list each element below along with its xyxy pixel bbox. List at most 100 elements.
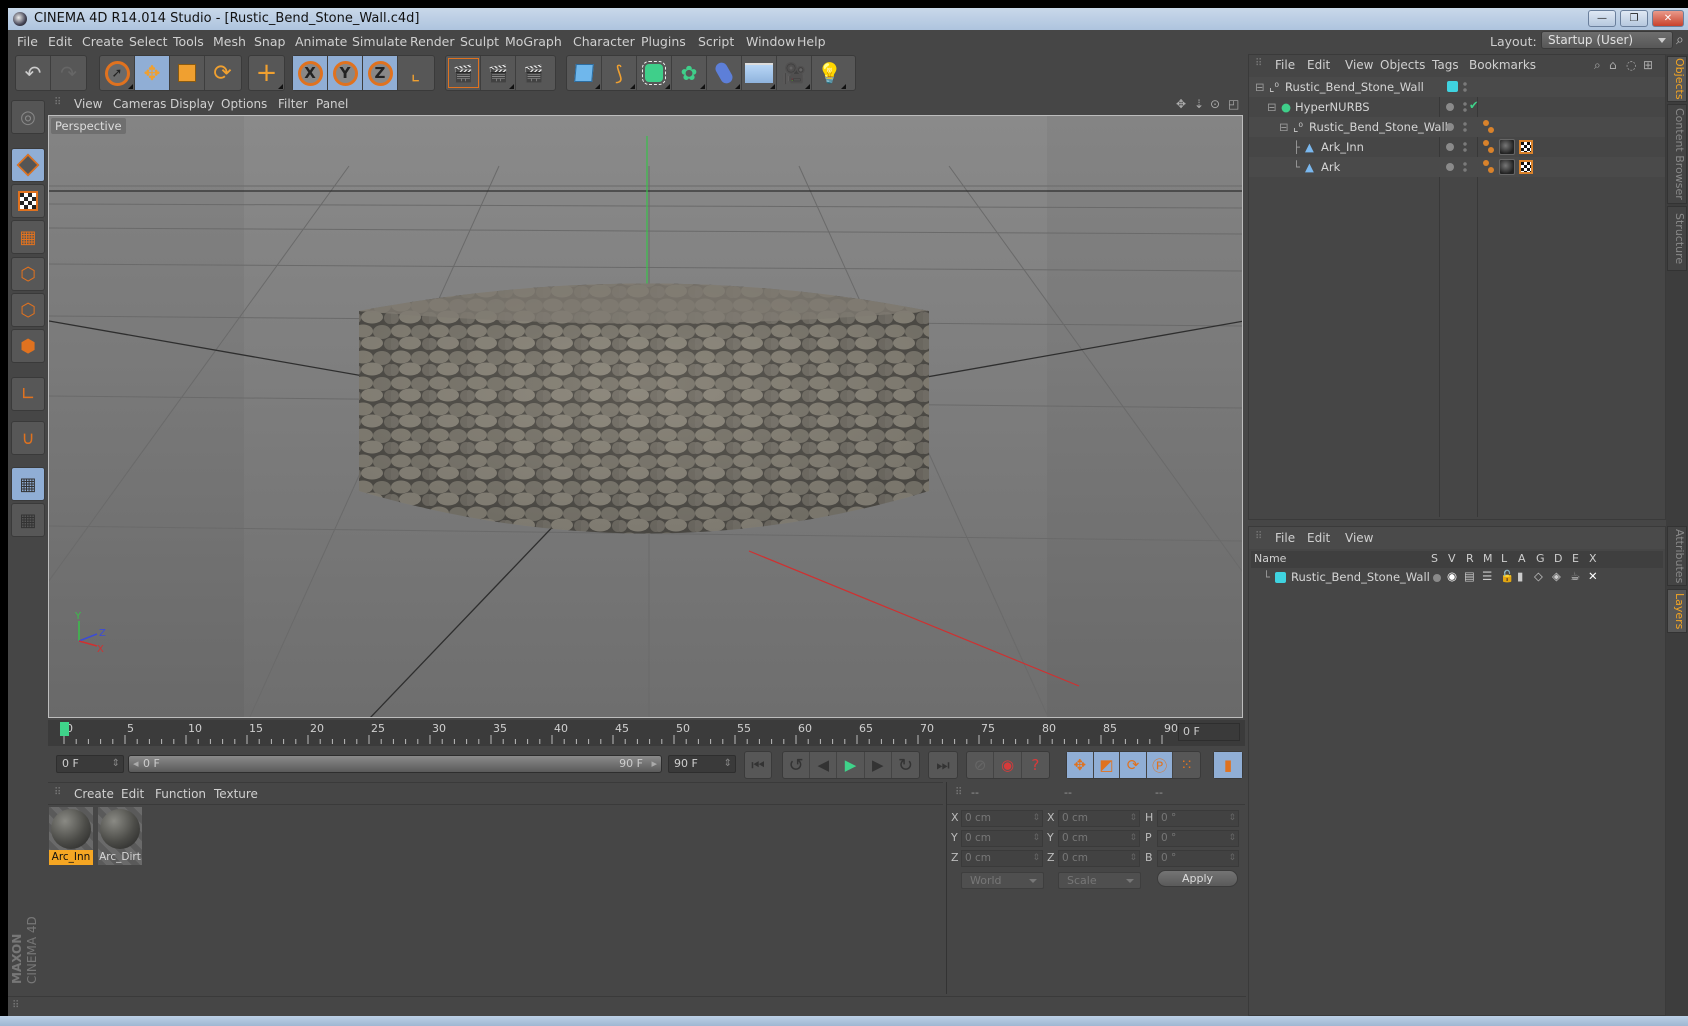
tab-structure[interactable]: Structure bbox=[1667, 206, 1687, 271]
material-menu-create[interactable]: Create bbox=[74, 787, 114, 801]
start-frame-field[interactable]: 0 F bbox=[56, 755, 124, 773]
layer-menu-view[interactable]: View bbox=[1345, 531, 1373, 545]
visibility-toggle[interactable] bbox=[1463, 141, 1467, 153]
new-window-icon[interactable]: ⊞ bbox=[1643, 58, 1653, 72]
phong-tag-icon[interactable] bbox=[1483, 120, 1495, 134]
viewport-menu-display[interactable]: Display bbox=[170, 97, 214, 111]
pos-y-field[interactable]: 0 cm bbox=[961, 830, 1043, 847]
menu-snap[interactable]: Snap bbox=[254, 34, 285, 49]
viewport-menu-cameras[interactable]: Cameras bbox=[113, 97, 166, 111]
enabled-check-icon[interactable]: ✔ bbox=[1469, 98, 1479, 112]
object-row[interactable]: ⊟ ● HyperNURBS ✔ bbox=[1249, 97, 1665, 117]
playhead[interactable] bbox=[60, 722, 69, 736]
material-swatch[interactable]: Arc_Dirt bbox=[98, 807, 142, 865]
lock-toggle-icon[interactable]: 🔓 bbox=[1500, 569, 1514, 583]
search-icon[interactable]: ⌕ bbox=[1594, 58, 1601, 73]
obj-menu-bookmarks[interactable]: Bookmarks bbox=[1469, 58, 1536, 72]
collapse-icon[interactable]: ⊟ bbox=[1267, 100, 1277, 114]
object-row[interactable]: ⊟ ⌞⁰ Rustic_Bend_Stone_Wall bbox=[1249, 117, 1665, 137]
previous-key-icon[interactable]: ↺ bbox=[783, 752, 811, 778]
edges-mode-icon[interactable]: ⬡ bbox=[11, 293, 45, 327]
object-row[interactable]: ⊟ ⌞⁰ Rustic_Bend_Stone_Wall bbox=[1249, 77, 1665, 97]
stone-wall-model[interactable] bbox=[359, 283, 929, 534]
obj-menu-tags[interactable]: Tags bbox=[1432, 58, 1459, 72]
material-menu-function[interactable]: Function bbox=[155, 787, 206, 801]
render-to-picture-viewer-icon[interactable]: 🎬 bbox=[481, 56, 516, 90]
3d-viewport[interactable]: Y Z X Perspective bbox=[48, 115, 1243, 718]
menu-mograph[interactable]: MoGraph bbox=[505, 34, 562, 49]
parameter-track-icon[interactable]: Ⓟ bbox=[1146, 752, 1174, 778]
workplane-lock-icon[interactable]: ▦ bbox=[11, 467, 45, 501]
deformers-toggle-icon[interactable]: ◈ bbox=[1552, 569, 1561, 583]
tab-attributes[interactable]: Attributes bbox=[1667, 526, 1687, 586]
texture-mode-icon[interactable] bbox=[11, 184, 45, 218]
pan-icon[interactable]: ✥ bbox=[1176, 97, 1186, 111]
column-solo[interactable]: S bbox=[1431, 552, 1438, 565]
maximize-view-icon[interactable]: ◰ bbox=[1228, 97, 1239, 111]
material-menu-texture[interactable]: Texture bbox=[214, 787, 258, 801]
phong-tag-icon[interactable] bbox=[1483, 140, 1495, 154]
render-toggle-icon[interactable]: ▤ bbox=[1464, 569, 1475, 583]
record-active-objects-icon[interactable]: ◉ bbox=[994, 752, 1022, 778]
menu-simulate[interactable]: Simulate bbox=[352, 34, 407, 49]
go-to-start-icon[interactable]: ⏮ bbox=[745, 752, 771, 778]
visibility-toggle[interactable] bbox=[1463, 101, 1467, 113]
view-toggle-icon[interactable]: ◉ bbox=[1447, 569, 1457, 583]
close-button[interactable]: ✕ bbox=[1652, 10, 1684, 27]
next-key-icon[interactable]: ↻ bbox=[892, 752, 919, 778]
generators-toggle-icon[interactable]: ◇ bbox=[1534, 569, 1543, 583]
panel-grip-icon[interactable]: ⠿ bbox=[54, 97, 61, 108]
column-expressions[interactable]: E bbox=[1572, 552, 1579, 565]
spline-pen-icon[interactable]: ⟆ bbox=[602, 56, 637, 90]
eye-icon[interactable]: ◌ bbox=[1626, 58, 1636, 72]
collapse-icon[interactable]: ⊟ bbox=[1279, 120, 1289, 134]
material-tag-icon[interactable] bbox=[1499, 159, 1515, 175]
column-xref[interactable]: X bbox=[1589, 552, 1597, 565]
next-frame-icon[interactable]: ▶ bbox=[865, 752, 892, 778]
redo-icon[interactable]: ↷ bbox=[51, 56, 86, 90]
render-view-icon[interactable]: 🎬 bbox=[446, 56, 481, 90]
column-deformers[interactable]: D bbox=[1554, 552, 1562, 565]
pla-track-icon[interactable]: ⁙ bbox=[1173, 752, 1200, 778]
render-settings-icon[interactable]: 🎬 bbox=[516, 56, 551, 90]
z-axis-lock-icon[interactable]: Z bbox=[363, 56, 398, 90]
menu-mesh[interactable]: Mesh bbox=[213, 34, 246, 49]
y-axis-lock-icon[interactable]: Y bbox=[328, 56, 363, 90]
rot-h-field[interactable]: 0 ° bbox=[1157, 810, 1239, 827]
panel-grip-icon[interactable]: ⠿ bbox=[1255, 58, 1262, 69]
menu-file[interactable]: File bbox=[17, 34, 38, 49]
restore-button[interactable]: ❐ bbox=[1620, 10, 1648, 27]
light-icon[interactable]: 💡 bbox=[812, 56, 847, 90]
menu-animate[interactable]: Animate bbox=[295, 34, 347, 49]
model-mode-icon[interactable] bbox=[11, 148, 45, 182]
coordinate-system-icon[interactable]: ⌞ bbox=[398, 56, 433, 90]
menu-character[interactable]: Character bbox=[573, 34, 635, 49]
menu-plugins[interactable]: Plugins bbox=[641, 34, 686, 49]
timeline-film-icon[interactable]: ▮ bbox=[1214, 752, 1242, 778]
tab-content-browser[interactable]: Content Browser bbox=[1667, 104, 1687, 204]
phong-tag-icon[interactable] bbox=[1483, 160, 1495, 174]
column-generators[interactable]: G bbox=[1536, 552, 1545, 565]
layer-color-swatch[interactable] bbox=[1447, 81, 1458, 92]
scale-icon[interactable] bbox=[170, 56, 205, 90]
magnet-snap-icon[interactable]: ∪ bbox=[11, 421, 45, 455]
size-y-field[interactable]: 0 cm bbox=[1058, 830, 1140, 847]
floor-environment-icon[interactable] bbox=[742, 56, 777, 90]
animation-toggle-icon[interactable]: ▮ bbox=[1517, 569, 1523, 583]
move-icon[interactable]: ✥ bbox=[135, 56, 170, 90]
menu-sculpt[interactable]: Sculpt bbox=[460, 34, 499, 49]
size-z-field[interactable]: 0 cm bbox=[1058, 850, 1140, 867]
menu-script[interactable]: Script bbox=[698, 34, 734, 49]
scale-track-icon[interactable]: ◩ bbox=[1093, 752, 1121, 778]
points-mode-icon[interactable]: ⬡ bbox=[11, 257, 45, 291]
panel-grip-icon[interactable]: ⠿ bbox=[54, 787, 61, 798]
size-x-field[interactable]: 0 cm bbox=[1058, 810, 1140, 827]
collapse-icon[interactable]: ⊟ bbox=[1255, 80, 1265, 94]
menu-render[interactable]: Render bbox=[410, 34, 455, 49]
undo-icon[interactable]: ↶ bbox=[16, 56, 51, 90]
layer-menu-edit[interactable]: Edit bbox=[1307, 531, 1330, 545]
layout-dropdown[interactable]: Startup (User) bbox=[1541, 31, 1673, 49]
material-swatch[interactable]: Arc_Inn bbox=[49, 807, 93, 865]
viewport-menu-panel[interactable]: Panel bbox=[316, 97, 348, 111]
obj-menu-edit[interactable]: Edit bbox=[1307, 58, 1330, 72]
